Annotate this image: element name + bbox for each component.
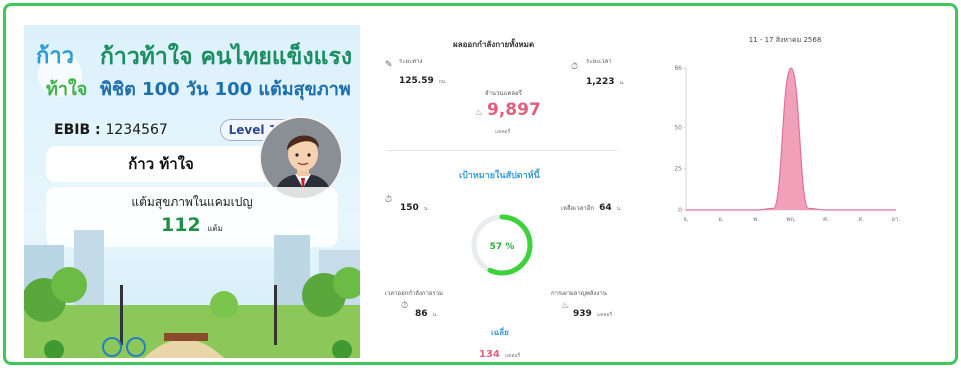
calories-unit: แคลอรี่ [495,129,511,135]
average-unit: แคลอรี่ [504,353,521,359]
total-time-icon: ⏱ [401,301,409,311]
weekly-title: เป้าหมายในสัปดาห์นี้ [459,171,540,181]
ebib-label: EBIB : [54,122,106,138]
y-tick-label: 0 [678,207,682,214]
x-tick-label: จ. [683,216,689,223]
total-time-unit: น. [432,312,438,318]
average-line: 134 แคลอรี่ [479,342,520,361]
calories-label: จำนวนแคลอรี่ [485,90,522,97]
energy-unit: แคลอรี่ [596,312,613,318]
campaign-subline: พิชิต 100 วัน 100 แต้มสุขภาพ [100,79,351,100]
total-time-label: เวลาออกกำลังกายรวม [385,290,443,297]
profile-card: ก้าว ท้าใจ ก้าวท้าใจ คนไทยแข็งแรง พิชิต … [24,25,360,358]
divider [387,150,617,151]
y-tick-label: 86 [674,65,682,72]
average-value: 134 [479,349,500,360]
exercise-summary: ผลออกกำลังกายทั้งหมด ✎ ระยะทาง 125.59 กม… [383,30,625,361]
total-time-value: 86 [415,309,428,319]
time-line: 1,223 น. [586,69,625,88]
time-value: 1,223 [586,77,615,87]
progress-percent: 57 % [490,242,515,252]
x-tick-label: ส. [858,216,864,223]
days-left-label: เหลือเวลาอีก [561,205,594,212]
average-label: เฉลี่ย [491,328,509,337]
energy-label: การเผาผลาญพลังงาน [551,290,607,297]
distance-icon: ✎ [385,60,393,70]
distance-line: 125.59 กม. [399,68,447,87]
points-label: แต้มสุขภาพในแคมเปญ [131,195,253,209]
weekly-minutes-line: 150 น. [400,195,429,214]
total-time-line: 86 น. [415,301,438,320]
energy-line: 939 แคลอรี่ [573,301,612,320]
x-tick-label: อ. [718,216,724,223]
svg-text:ท้าใจ: ท้าใจ [46,78,87,100]
y-tick-label: 50 [674,124,682,131]
distance-label: ระยะทาง [399,58,423,65]
y-tick-label: 25 [674,166,682,173]
days-left-value: 64 [599,203,612,213]
calories-value: 9,897 [487,100,541,120]
flame-icon: ♨ [475,108,484,118]
weekly-timer-icon: ⏱ [385,195,393,205]
ebib-value: 1234567 [105,122,168,138]
time-unit: น. [619,80,625,86]
svg-text:ก้าว: ก้าว [36,44,74,69]
user-name: ก้าว ท้าใจ [46,146,276,182]
distance-value: 125.59 [399,76,434,86]
campaign-headline: ก้าวท้าใจ คนไทยแข็งแรง [100,44,353,70]
energy-value: 939 [573,309,592,319]
weekly-chart: 11 - 17 สิงหาคม 2568 0 25 50 86 จ. อ. พ. พฤ. ศ. ส… [660,30,910,240]
chart-svg: 11 - 17 สิงหาคม 2568 0 25 50 86 จ. อ. พ. พฤ. ศ. ส… [674,36,901,223]
x-tick-label: ศ. [823,216,829,223]
weekly-minutes-value: 150 [400,203,419,213]
distance-unit: กม. [438,79,447,85]
summary-title: ผลออกกำลังกายทั้งหมด [453,40,535,49]
energy-flame-icon: ♨ [561,301,570,311]
days-left-unit: น. [616,206,622,212]
x-tick-label: พ. [753,216,759,223]
series-area [686,68,896,210]
days-left-line: เหลือเวลาอีก 64 น. [561,195,622,214]
campaign-logo: ก้าว ท้าใจ [36,44,87,100]
ebib-line: EBIB : 1234567 [54,122,168,138]
time-label: ระยะเวลา [586,58,612,65]
x-tick-label: อา. [892,216,901,223]
weekly-minutes-unit: น. [423,206,429,212]
park-illustration [24,230,360,358]
weekly-progress-ring: 57 % [471,214,533,276]
chart-title: 11 - 17 สิงหาคม 2568 [749,36,822,44]
timer-icon: ⏱ [571,62,579,72]
x-tick-label: พฤ. [786,216,796,223]
